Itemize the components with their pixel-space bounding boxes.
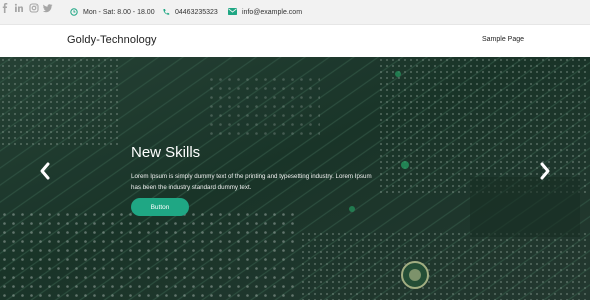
hours-text: Mon - Sat: 8.00 - 18.00 [83,9,155,16]
slider-next-arrow[interactable] [538,160,552,182]
slider-prev-arrow[interactable] [38,160,52,182]
chevron-right-icon [540,162,550,180]
topbar: Mon - Sat: 8.00 - 18.00 04463235323 info… [0,0,590,25]
mail-icon [228,8,237,17]
nav-link-sample-page[interactable]: Sample Page [482,36,524,43]
contact-hours: Mon - Sat: 8.00 - 18.00 [70,0,155,25]
clock-icon [70,7,78,18]
site-brand[interactable]: Goldy-Technology [67,34,157,46]
chevron-left-icon [40,162,50,180]
contact-phone[interactable]: 04463235323 [162,0,218,25]
main-navbar: Goldy-Technology Sample Page [0,25,590,57]
phone-text[interactable]: 04463235323 [175,9,218,16]
twitter-icon[interactable] [43,0,53,17]
email-text[interactable]: info@example.com [242,9,302,16]
contact-email[interactable]: info@example.com [228,0,302,25]
slide-cta-button[interactable]: Button [131,198,189,216]
phone-icon [162,8,170,18]
slide-description: Lorem Ipsum is simply dummy text of the … [131,173,372,191]
linkedin-icon[interactable] [14,0,28,17]
slide-title: New Skills [131,144,201,161]
facebook-icon[interactable] [0,0,14,17]
hero-slider: New Skills Lorem Ipsum is simply dummy t… [0,57,590,300]
instagram-icon[interactable] [29,0,43,17]
